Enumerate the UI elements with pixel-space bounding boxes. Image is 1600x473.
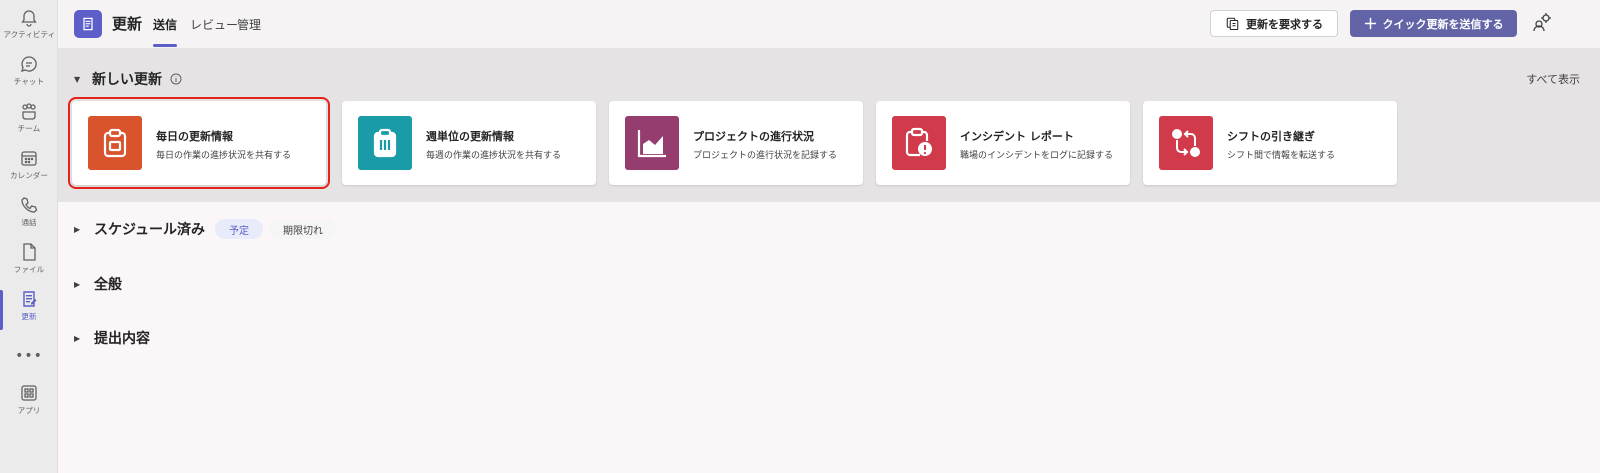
- card-subtitle: 毎日の作業の進捗状況を共有する: [156, 151, 292, 161]
- tab-manage[interactable]: 管理: [237, 16, 261, 33]
- scheduled-title: スケジュール済み: [94, 222, 206, 238]
- general-section-header[interactable]: ▶ 全般: [74, 274, 122, 294]
- teams-icon: [22, 103, 36, 120]
- app-title: 更新: [112, 15, 143, 33]
- rail-label: カレンダー: [10, 171, 48, 180]
- request-icon: [1226, 17, 1239, 31]
- card-subtitle: シフト間で情報を転送する: [1227, 151, 1336, 161]
- rail-item-calendar[interactable]: カレンダー: [0, 145, 58, 191]
- plus-icon: [1364, 17, 1376, 30]
- card-title: シフトの引き継ぎ: [1227, 130, 1315, 143]
- card-icon-tile: [625, 116, 679, 170]
- send-quick-update-label: クイック更新を送信する: [1382, 17, 1504, 31]
- info-icon[interactable]: [170, 73, 182, 85]
- general-title: 全般: [94, 277, 122, 293]
- card-icon-tile: [1159, 116, 1213, 170]
- request-update-label: 更新を要求する: [1246, 17, 1323, 31]
- caret-right-icon: ▶: [74, 279, 81, 289]
- filter-pill-planned[interactable]: 予定: [215, 219, 264, 239]
- phone-icon: [21, 197, 38, 213]
- template-card-daily[interactable]: 毎日の更新情報 毎日の作業の進捗状況を共有する: [68, 97, 330, 189]
- tab-review[interactable]: レビュー: [190, 16, 238, 33]
- see-all-link[interactable]: すべて表示: [1526, 71, 1580, 87]
- card-title: 毎日の更新情報: [156, 130, 233, 143]
- active-tab-indicator: [153, 44, 177, 47]
- new-updates-header[interactable]: ▼ 新しい更新: [74, 69, 182, 89]
- card-subtitle: プロジェクトの進行状況を記録する: [693, 151, 838, 161]
- updates-app-icon: [74, 10, 102, 38]
- rail-item-activity[interactable]: アクティビティ: [0, 4, 58, 50]
- scheduled-section-header[interactable]: ▶ スケジュール済み 予定 期限切れ: [74, 219, 338, 239]
- rail-label: アプリ: [17, 406, 41, 415]
- template-card-weekly[interactable]: 週単位の更新情報 毎週の作業の進捗状況を共有する: [342, 101, 596, 185]
- request-update-button[interactable]: 更新を要求する: [1210, 10, 1338, 37]
- filter-pill-overdue[interactable]: 期限切れ: [269, 219, 338, 239]
- card-title: インシデント レポート: [960, 130, 1074, 143]
- template-card-project[interactable]: プロジェクトの進行状況 プロジェクトの進行状況を記録する: [609, 101, 863, 185]
- new-updates-section: ▼ 新しい更新 すべて表示 毎日の更新情報 毎日の作業の進捗状況を共有する 週単…: [58, 48, 1600, 202]
- card-icon-tile: [358, 116, 412, 170]
- tab-send[interactable]: 送信: [153, 16, 177, 33]
- app-header: 更新 送信 レビュー 管理 更新を要求する クイック更新を送信する: [58, 0, 1600, 48]
- clipboard-icon: [103, 128, 127, 158]
- card-icon-tile: [88, 116, 142, 170]
- rail-label: チーム: [17, 124, 41, 133]
- clipboard-alert-icon: [905, 127, 932, 157]
- rail-item-files[interactable]: ファイル: [0, 239, 58, 285]
- rail-label: ファイル: [13, 265, 45, 274]
- card-subtitle: 職場のインシデントをログに記録する: [960, 151, 1114, 161]
- rail-item-updates[interactable]: 更新: [0, 286, 58, 332]
- new-updates-title: 新しい更新: [92, 72, 162, 88]
- template-card-shift-handoff[interactable]: シフトの引き継ぎ シフト間で情報を転送する: [1143, 101, 1397, 185]
- submissions-title: 提出内容: [94, 331, 150, 347]
- area-chart-icon: [637, 130, 666, 158]
- caret-right-icon: ▶: [74, 333, 81, 343]
- rail-item-chat[interactable]: チャット: [0, 51, 58, 97]
- rail-more-icon[interactable]: •••: [0, 348, 58, 364]
- caret-right-icon: ▶: [74, 224, 81, 234]
- submissions-section-header[interactable]: ▶ 提出内容: [74, 328, 150, 348]
- file-icon: [23, 243, 36, 261]
- rail-item-calls[interactable]: 通話: [0, 192, 58, 238]
- bell-icon: [21, 10, 37, 27]
- app-rail: アクティビティ チャット チーム カレンダー 通話 ファイル 更新 ••• アプ…: [0, 0, 58, 473]
- chat-icon: [21, 56, 37, 72]
- rail-label: 通話: [21, 218, 37, 227]
- card-title: 週単位の更新情報: [426, 130, 514, 143]
- caret-down-icon: ▼: [74, 74, 81, 84]
- card-icon-tile: [892, 116, 946, 170]
- shift-swap-icon: [1172, 129, 1200, 157]
- template-card-incident[interactable]: インシデント レポート 職場のインシデントをログに記録する: [876, 101, 1130, 185]
- calendar-icon: [21, 151, 37, 166]
- apps-icon: [21, 385, 37, 401]
- rail-label: アクティビティ: [3, 30, 55, 39]
- rail-item-apps[interactable]: アプリ: [0, 380, 58, 426]
- clipboard-list-icon: [373, 128, 397, 158]
- updates-icon: [23, 291, 37, 307]
- rail-label: 更新: [21, 312, 37, 321]
- card-title: プロジェクトの進行状況: [693, 130, 814, 143]
- rail-item-teams[interactable]: チーム: [0, 98, 58, 144]
- people-settings-icon[interactable]: [1532, 12, 1554, 34]
- rail-label: チャット: [13, 77, 45, 86]
- send-quick-update-button[interactable]: クイック更新を送信する: [1350, 10, 1517, 37]
- card-subtitle: 毎週の作業の進捗状況を共有する: [426, 151, 562, 161]
